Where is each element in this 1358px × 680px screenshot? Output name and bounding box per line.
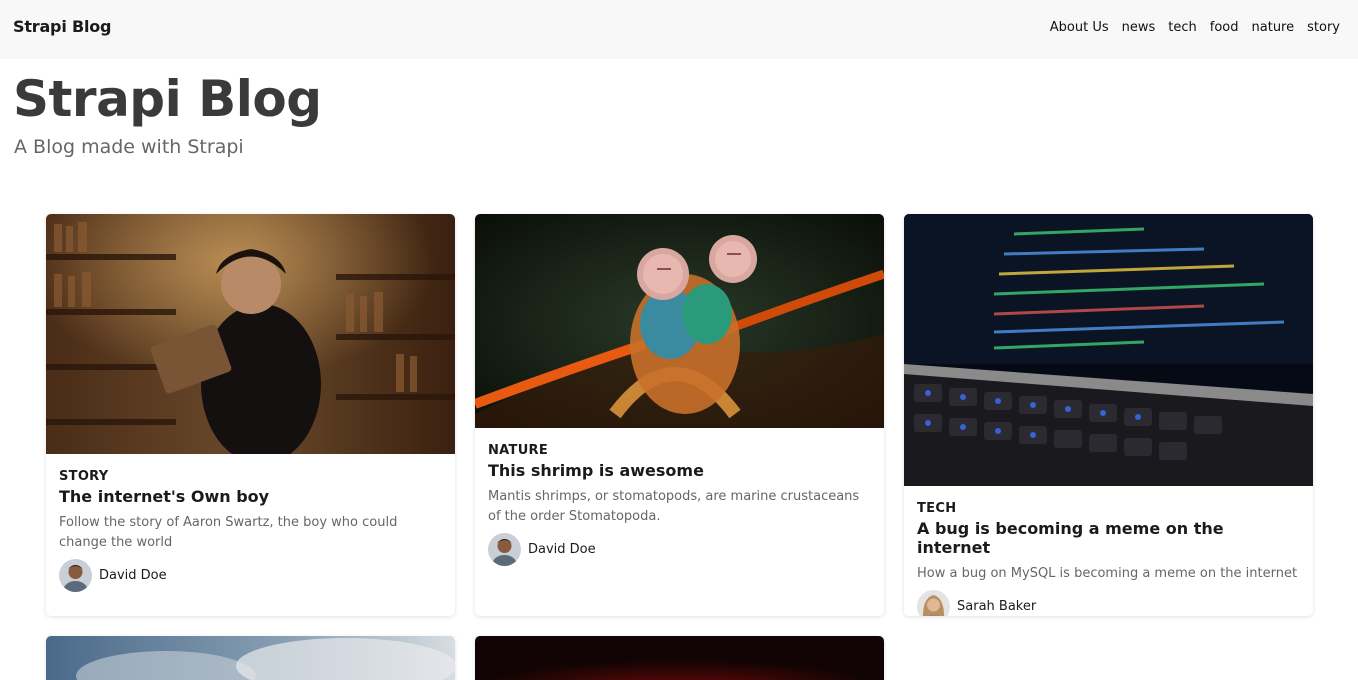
- article-image-sky: [46, 636, 455, 680]
- hero-title: Strapi Blog: [13, 70, 322, 128]
- author-avatar: [488, 533, 521, 566]
- nav-link-news[interactable]: news: [1122, 20, 1156, 35]
- nav-link-food[interactable]: food: [1210, 20, 1239, 35]
- article-category: TECH: [917, 501, 957, 516]
- nav-link-tech[interactable]: tech: [1168, 20, 1196, 35]
- article-image-dark: [475, 636, 884, 680]
- article-image-laptop: [904, 214, 1313, 486]
- article-title[interactable]: A bug is becoming a meme on the internet: [917, 519, 1300, 557]
- article-image-library: [46, 214, 455, 454]
- author-avatar: [917, 590, 950, 616]
- author-name: David Doe: [99, 568, 167, 583]
- article-description: How a bug on MySQL is becoming a meme on…: [917, 566, 1298, 581]
- article-image-shrimp: [475, 214, 884, 428]
- nav-links: About Us news tech food nature story: [1050, 20, 1340, 35]
- article-category: NATURE: [488, 443, 549, 458]
- brand-link[interactable]: Strapi Blog: [13, 17, 111, 36]
- article-card-4[interactable]: [46, 636, 455, 680]
- author-name: Sarah Baker: [957, 599, 1037, 614]
- nav-link-nature[interactable]: nature: [1252, 20, 1295, 35]
- article-card-5[interactable]: [475, 636, 884, 680]
- nav-link-story[interactable]: story: [1307, 20, 1340, 35]
- author-avatar: [59, 559, 92, 592]
- article-description: Mantis shrimps, or stomatopods, are mari…: [488, 489, 860, 524]
- article-card-tech[interactable]: TECH A bug is becoming a meme on the int…: [904, 214, 1313, 616]
- navbar: Strapi Blog About Us news tech food natu…: [0, 0, 1358, 59]
- article-card-nature[interactable]: NATURE This shrimp is awesome Mantis shr…: [475, 214, 884, 616]
- author-name: David Doe: [528, 542, 596, 557]
- article-title[interactable]: This shrimp is awesome: [488, 461, 871, 480]
- article-author: Sarah Baker: [917, 590, 1300, 616]
- article-author: David Doe: [59, 559, 442, 592]
- article-title[interactable]: The internet's Own boy: [59, 487, 442, 506]
- article-author: David Doe: [488, 533, 871, 566]
- article-category: STORY: [59, 469, 109, 484]
- hero-subtitle: A Blog made with Strapi: [14, 136, 244, 158]
- article-card-story[interactable]: STORY The internet's Own boy Follow the …: [46, 214, 455, 616]
- nav-link-about-us[interactable]: About Us: [1050, 20, 1109, 35]
- article-description: Follow the story of Aaron Swartz, the bo…: [59, 515, 398, 550]
